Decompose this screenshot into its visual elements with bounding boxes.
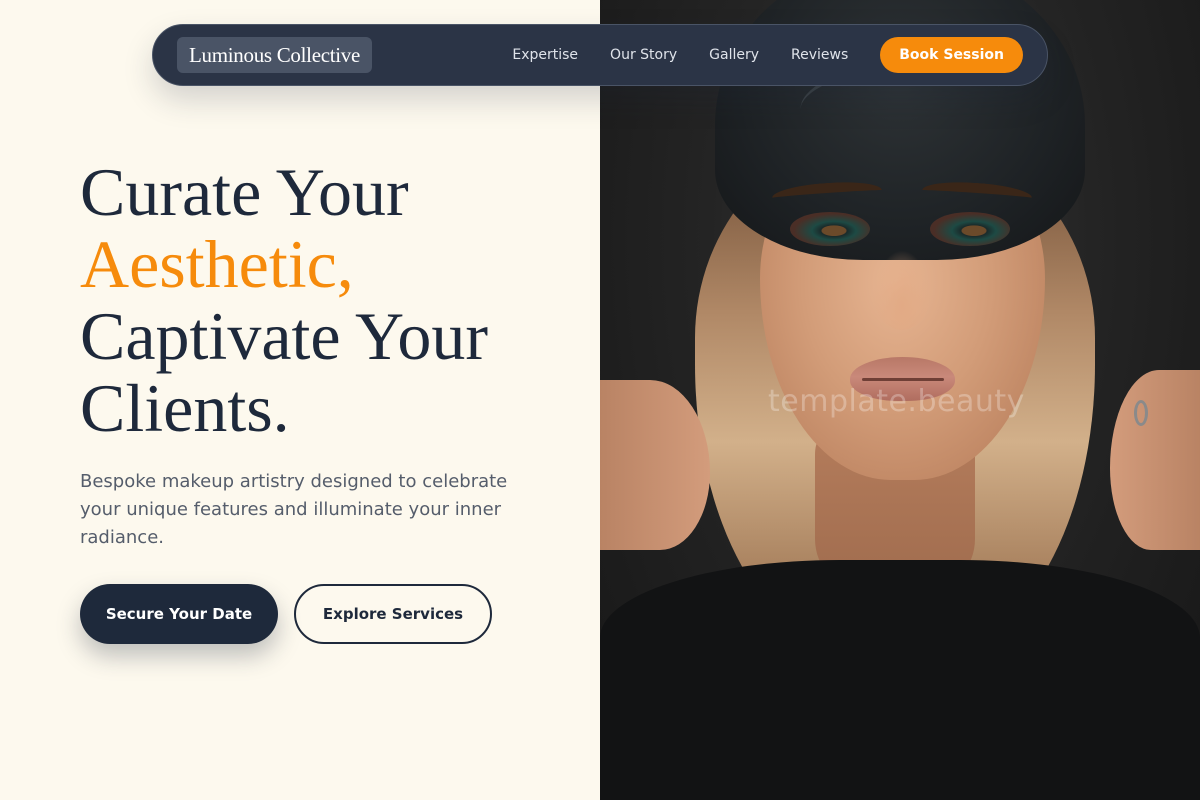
hero-title-line-4: Clients.: [80, 370, 290, 446]
portrait-lips-line: [862, 378, 944, 381]
hero-title-line-3: Captivate Your: [80, 298, 488, 374]
nav-link-reviews[interactable]: Reviews: [791, 47, 848, 63]
portrait-shirt: [600, 560, 1200, 800]
hero-title: Curate Your Aesthetic, Captivate Your Cl…: [80, 156, 580, 444]
image-watermark: template.beauty: [768, 384, 1025, 419]
explore-services-button[interactable]: Explore Services: [294, 584, 492, 644]
nav-link-gallery[interactable]: Gallery: [709, 47, 759, 63]
secure-your-date-button[interactable]: Secure Your Date: [80, 584, 278, 644]
nav-links: Expertise Our Story Gallery Reviews Book…: [512, 37, 1023, 73]
brand-logo[interactable]: Luminous Collective: [177, 37, 373, 73]
hero-portrait-image: template.beauty: [600, 0, 1200, 800]
portrait-eye-left: [790, 212, 870, 246]
hero-subtitle: Bespoke makeup artistry designed to cele…: [80, 471, 508, 548]
hero-title-accent: Aesthetic,: [80, 226, 354, 302]
hero-title-line-1: Curate Your: [80, 154, 409, 230]
portrait-eye-right: [930, 212, 1010, 246]
portrait-nose: [872, 250, 932, 330]
top-navigation-bar: Luminous Collective Expertise Our Story …: [152, 24, 1048, 86]
nav-link-our-story[interactable]: Our Story: [610, 47, 677, 63]
portrait-ring: [1134, 400, 1148, 426]
book-session-button[interactable]: Book Session: [880, 37, 1023, 73]
portrait-hand-left: [600, 380, 710, 550]
nav-link-expertise[interactable]: Expertise: [512, 47, 578, 63]
portrait-hand-right: [1110, 370, 1200, 550]
